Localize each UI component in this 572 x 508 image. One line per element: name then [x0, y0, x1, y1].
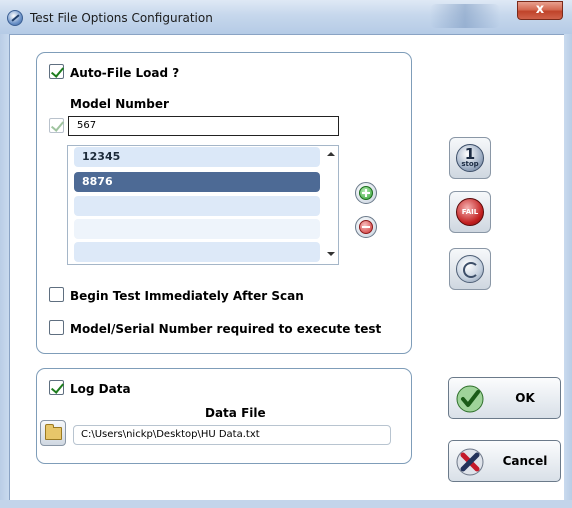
- list-scrollbar[interactable]: [324, 146, 338, 264]
- begin-test-checkbox[interactable]: [49, 287, 64, 302]
- folder-icon: [45, 424, 62, 440]
- cycle-button[interactable]: [449, 248, 491, 290]
- minus-icon: [359, 220, 373, 234]
- window-frame-bottom: [0, 500, 572, 508]
- close-button[interactable]: x: [517, 1, 563, 20]
- auto-file-load-label: Auto-File Load ?: [70, 66, 180, 80]
- ok-label: OK: [515, 391, 535, 405]
- list-item-selected[interactable]: 8876: [74, 172, 320, 192]
- title-bar-glass: [430, 4, 500, 28]
- scroll-down-icon[interactable]: [327, 252, 335, 256]
- cycle-icon: [456, 255, 484, 283]
- list-item-empty[interactable]: [74, 242, 320, 262]
- cancel-x-icon: [456, 448, 484, 476]
- list-item-empty[interactable]: [74, 219, 320, 239]
- data-file-path-input[interactable]: C:\Users\nickp\Desktop\HU Data.txt: [73, 425, 391, 445]
- serial-required-label: Model/Serial Number required to execute …: [70, 322, 382, 336]
- browse-button[interactable]: [40, 420, 66, 446]
- fail-word: FAIL: [461, 208, 479, 216]
- window-title: Test File Options Configuration: [30, 11, 213, 25]
- window-frame-left: [0, 34, 9, 508]
- auto-file-load-checkbox[interactable]: [49, 64, 64, 79]
- stop-on-one-button[interactable]: 1 stop: [449, 137, 491, 179]
- list-item-empty[interactable]: [74, 196, 320, 216]
- serial-required-checkbox[interactable]: [49, 320, 64, 335]
- model-number-enable-checkbox[interactable]: [49, 118, 64, 133]
- ok-button[interactable]: OK: [448, 377, 561, 419]
- cancel-button[interactable]: Cancel: [448, 440, 561, 482]
- scroll-up-icon[interactable]: [327, 152, 335, 156]
- stop-on-fail-button[interactable]: FAIL: [449, 191, 491, 233]
- app-icon: [7, 10, 23, 26]
- stop-word: stop: [461, 160, 479, 168]
- cancel-label: Cancel: [502, 454, 548, 468]
- model-number-list[interactable]: 12345 8876: [67, 145, 339, 265]
- model-number-heading: Model Number: [70, 97, 169, 111]
- fail-stop-icon: FAIL: [456, 198, 484, 226]
- checkmark-icon: [456, 385, 484, 413]
- window-frame-right: [564, 34, 572, 508]
- log-data-label: Log Data: [70, 382, 131, 396]
- add-model-button[interactable]: [355, 182, 377, 204]
- begin-test-label: Begin Test Immediately After Scan: [70, 289, 304, 303]
- stop-1-icon: 1 stop: [456, 144, 484, 172]
- model-number-input[interactable]: 567: [68, 116, 339, 136]
- remove-model-button[interactable]: [355, 216, 377, 238]
- data-file-heading: Data File: [205, 406, 266, 420]
- title-bar[interactable]: Test File Options Configuration x: [0, 0, 572, 34]
- list-item[interactable]: 12345: [74, 147, 320, 167]
- log-data-checkbox[interactable]: [49, 380, 64, 395]
- plus-icon: [359, 186, 373, 200]
